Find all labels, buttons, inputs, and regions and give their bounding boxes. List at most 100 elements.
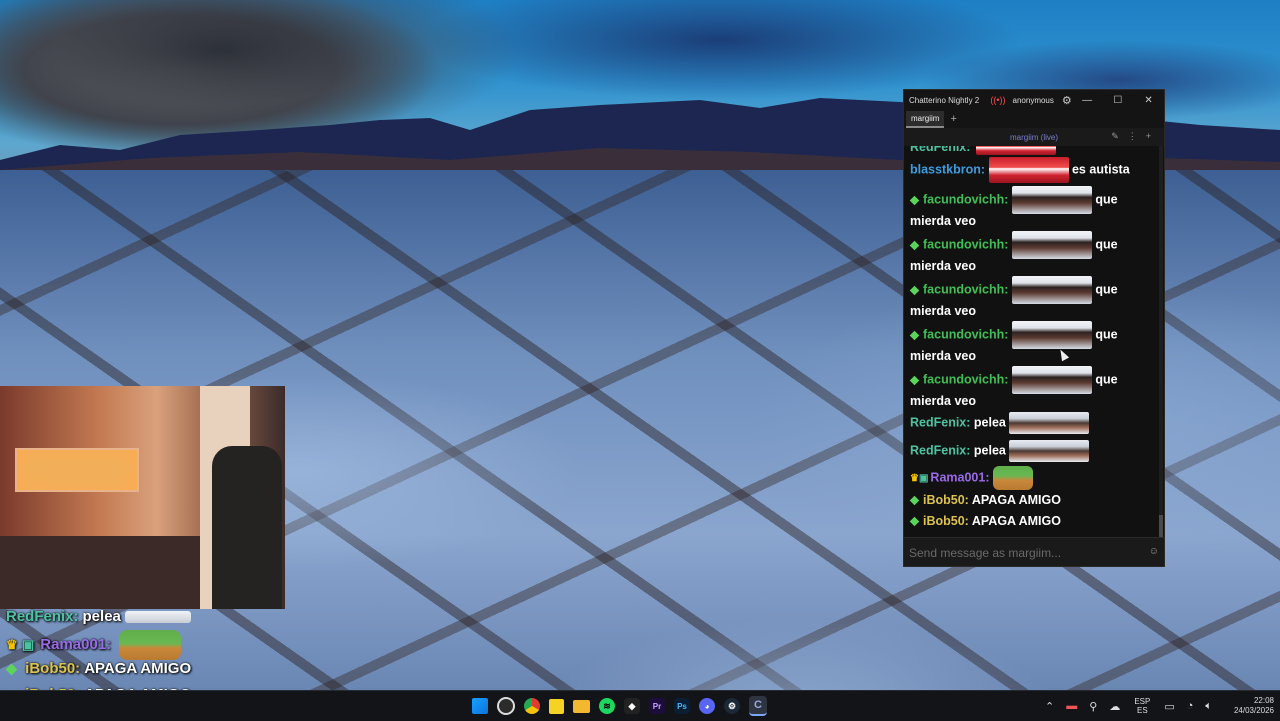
chat-username[interactable]: facundovichh: xyxy=(923,282,1008,296)
emote-icon[interactable] xyxy=(1011,366,1092,394)
chat-text: pelea xyxy=(973,415,1006,430)
message-list[interactable]: RedFenix: blasstkbron: es autista facund… xyxy=(904,146,1160,537)
chat-message[interactable]: RedFenix: xyxy=(910,146,1154,155)
chat-scrollbar[interactable] xyxy=(1159,146,1163,537)
emote-icon[interactable] xyxy=(1011,231,1092,259)
chat-username[interactable]: iBob50: xyxy=(923,514,969,528)
chevron-up-icon[interactable]: ⌃ xyxy=(1045,700,1054,713)
chat-username[interactable]: facundovichh: xyxy=(923,237,1008,251)
chat-text: pelea xyxy=(973,443,1006,458)
clock[interactable]: 22:08 24/03/2026 xyxy=(1226,696,1274,716)
chat-message[interactable]: blasstkbron: es autista xyxy=(910,157,1154,183)
emote-icon[interactable] xyxy=(1011,321,1092,349)
diamond-badge-icon[interactable] xyxy=(909,240,920,250)
clock-time: 22:08 xyxy=(1253,696,1274,705)
overlay-chat-line: ♛ ▣ Rama001: xyxy=(0,630,290,660)
pepe-emote-icon[interactable] xyxy=(992,466,1033,490)
emote-icon[interactable] xyxy=(988,157,1069,183)
chat-message[interactable]: facundovichh: que mierda veo xyxy=(909,321,1154,364)
chat-username[interactable]: RedFenix: xyxy=(910,146,970,154)
minimize-button[interactable]: — xyxy=(1072,95,1103,106)
language-indicator[interactable]: ESP ES xyxy=(1134,697,1150,715)
emote-icon[interactable] xyxy=(1009,440,1090,462)
microphone-icon[interactable]: ⚲ xyxy=(1089,700,1097,713)
crown-badge-icon: ♛ xyxy=(6,637,18,652)
file-explorer-icon[interactable] xyxy=(573,699,590,713)
tab-margiim[interactable]: margiim xyxy=(906,110,945,128)
overlay-chat-line: iBob50:APAGA AMIGO xyxy=(0,656,290,682)
add-tab-icon[interactable]: + xyxy=(950,113,956,125)
add-split-icon[interactable]: + xyxy=(1146,131,1160,141)
edit-icon[interactable]: ✎ xyxy=(1111,131,1128,141)
diamond-badge-icon[interactable] xyxy=(909,330,920,340)
chat-text-continued: mierda veo xyxy=(910,394,977,408)
chat-message[interactable]: iBob50: APAGA AMIGO xyxy=(909,514,1154,529)
account-label[interactable]: anonymous xyxy=(1013,96,1054,105)
chrome-icon[interactable] xyxy=(524,698,540,714)
diamond-badge-icon[interactable] xyxy=(909,375,920,385)
emoji-picker-icon[interactable]: ☺ xyxy=(1149,546,1159,557)
chat-message[interactable]: RedFenix: pelea xyxy=(910,440,1154,462)
steam-icon[interactable]: ⚙ xyxy=(724,698,740,714)
chat-username[interactable]: Rama001: xyxy=(930,470,989,484)
diamond-badge-icon[interactable] xyxy=(909,285,920,295)
chat-username[interactable]: iBob50: xyxy=(923,493,969,507)
overlay-chat-user: iBob50: xyxy=(25,660,81,677)
gear-icon[interactable]: ⚙ xyxy=(1062,94,1072,107)
chat-message[interactable]: RedFenix: pelea xyxy=(910,412,1154,434)
chat-message[interactable]: iBob50: APAGA AMIGO xyxy=(909,493,1154,508)
split-header[interactable]: margiim (live) ✎⋮+ xyxy=(904,128,1164,146)
flag-icon[interactable]: ▬ xyxy=(1066,700,1077,712)
tab-bar: margiim + xyxy=(904,110,1164,128)
chat-username[interactable]: facundovichh: xyxy=(923,327,1008,341)
message-input[interactable] xyxy=(907,544,1139,561)
crown-badge-icon[interactable]: ♛ xyxy=(910,471,919,486)
chat-message[interactable]: facundovichh: que mierda veo xyxy=(909,366,1154,409)
chat-username[interactable]: blasstkbron: xyxy=(910,162,985,176)
diamond-badge-icon[interactable] xyxy=(909,495,920,506)
clock-date: 24/03/2026 xyxy=(1233,706,1274,715)
spotify-icon[interactable]: ≋ xyxy=(599,698,615,714)
diamond-badge-icon[interactable] xyxy=(909,195,920,205)
discord-icon[interactable]: ◕ xyxy=(699,698,715,714)
obs-icon[interactable] xyxy=(497,697,515,715)
monitor-icon[interactable]: ▭ xyxy=(1164,700,1174,713)
emote-icon[interactable] xyxy=(1011,276,1092,304)
window-titlebar[interactable]: Chatterino Nightly 2 ((•)) anonymous ⚙ —… xyxy=(904,90,1164,110)
chatterino-icon[interactable]: C xyxy=(749,696,767,716)
language-line-2: ES xyxy=(1136,706,1148,715)
wifi-icon[interactable]: ◔ xyxy=(1187,700,1194,712)
chat-username[interactable]: facundovichh: xyxy=(923,192,1008,206)
chat-message[interactable]: facundovichh: que mierda veo xyxy=(909,186,1154,229)
chat-text: es autista xyxy=(1071,162,1130,177)
chatterino-window[interactable]: Chatterino Nightly 2 ((•)) anonymous ⚙ —… xyxy=(903,89,1165,567)
sticky-notes-icon[interactable] xyxy=(549,698,564,714)
webcam-gaming-chair xyxy=(212,446,282,609)
photoshop-icon[interactable]: Ps xyxy=(674,698,690,714)
scrollbar-thumb[interactable] xyxy=(1159,515,1163,537)
more-icon[interactable]: ⋮ xyxy=(1128,131,1146,141)
chat-message[interactable]: facundovichh: que mierda veo xyxy=(909,276,1154,319)
close-button[interactable]: ✕ xyxy=(1133,95,1164,106)
chat-username[interactable]: facundovichh: xyxy=(923,372,1008,386)
capcut-icon[interactable]: ◆ xyxy=(624,698,640,714)
chat-message[interactable]: facundovichh: que mierda veo xyxy=(909,231,1154,274)
broadcast-icon[interactable]: ((•)) xyxy=(990,95,1005,105)
cloud-icon[interactable]: ☁ xyxy=(1109,700,1120,713)
sub-badge-icon[interactable]: ▣ xyxy=(919,471,928,486)
emote-icon[interactable] xyxy=(975,146,1056,155)
windows-start-icon[interactable] xyxy=(472,698,488,714)
chat-text-continued: mierda veo xyxy=(910,214,977,228)
chat-message[interactable]: ♛▣ Rama001: xyxy=(910,466,1154,490)
speaker-icon[interactable]: 🔈︎ xyxy=(1205,700,1212,713)
overlay-emote xyxy=(125,611,192,624)
chat-username[interactable]: RedFenix: xyxy=(910,443,970,457)
emote-icon[interactable] xyxy=(1009,412,1090,434)
diamond-badge-icon[interactable] xyxy=(909,516,920,527)
premiere-pro-icon[interactable]: Pr xyxy=(649,698,665,714)
maximize-button[interactable]: ☐ xyxy=(1103,95,1134,106)
overlay-chat-user: RedFenix: xyxy=(6,608,79,625)
emote-icon[interactable] xyxy=(1011,186,1092,214)
taskbar-apps: ≋ ◆ Pr Ps ◕ ⚙ C xyxy=(468,691,772,721)
chat-username[interactable]: RedFenix: xyxy=(910,415,970,429)
